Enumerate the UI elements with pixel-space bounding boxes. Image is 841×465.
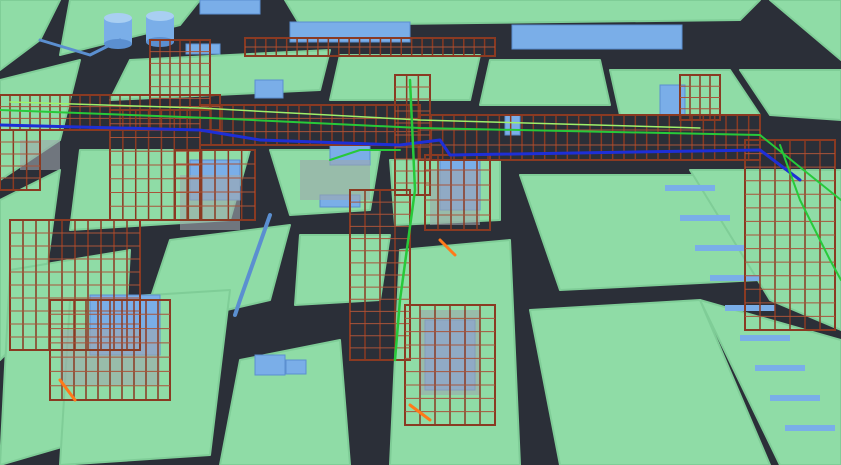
air-cooler-bay [770,395,820,401]
ground-island [0,0,61,71]
tank-roof [104,13,132,23]
air-cooler-bay [785,425,835,431]
air-cooler-bay [680,215,730,221]
tank-roof [146,11,174,21]
equipment-building [511,24,683,50]
air-cooler-bay [725,305,775,311]
ground-island [479,59,611,106]
ground-island [329,54,481,101]
process-platform [300,160,370,200]
ground-island [769,0,841,61]
air-cooler-bay [665,185,715,191]
equipment-building [185,43,221,55]
plant-render [0,0,841,465]
air-cooler-bay [755,365,805,371]
ground-island [109,49,331,101]
equipment-building [504,114,521,136]
air-cooler-bay [695,245,745,251]
equipment-building [199,0,261,15]
equipment-building [659,84,686,116]
equipment-building [285,359,307,375]
ground-island [284,0,761,26]
ground-island [294,234,391,306]
air-cooler-bay [740,335,790,341]
equipment-building [254,354,286,376]
equipment-building [254,79,284,99]
plant-3d-model-viewport[interactable] [0,0,841,465]
pipe-rack-center [199,104,421,146]
